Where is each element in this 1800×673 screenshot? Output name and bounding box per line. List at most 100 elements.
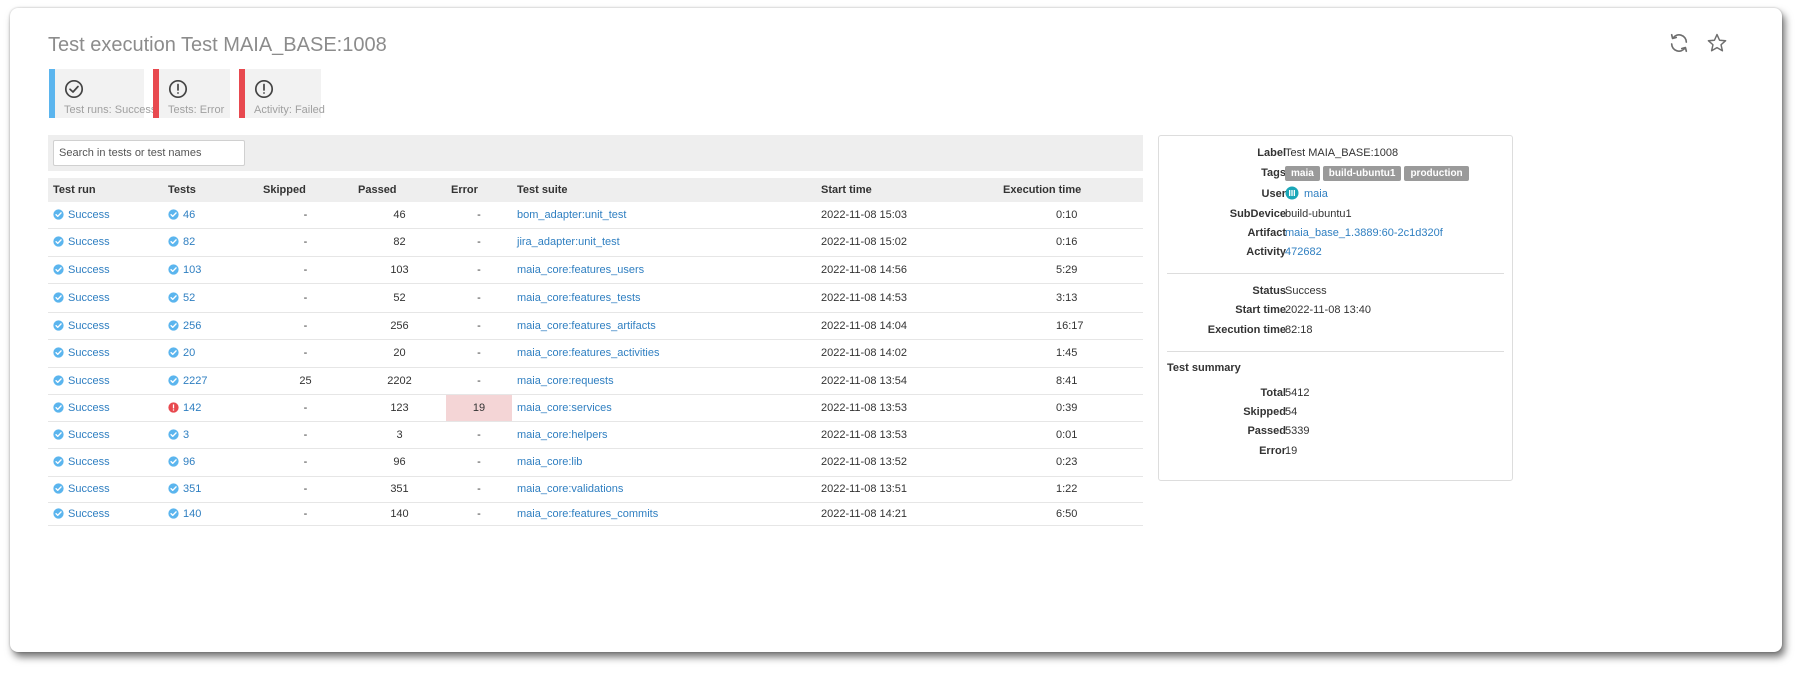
table-row[interactable]: Success 96 - 96 - maia_core:lib 2022-11-08 13:…	[48, 448, 1143, 476]
test-suite-link[interactable]: maia_core:requests	[517, 375, 614, 387]
test-suite-link[interactable]: maia_core:features_activities	[517, 347, 659, 359]
test-suite-cell: maia_core:features_commits	[512, 502, 816, 525]
tests-cell: 82	[163, 228, 258, 256]
status-card-tests[interactable]: Tests: Error	[153, 69, 230, 118]
test-run-link[interactable]: Success	[68, 375, 110, 387]
table-row[interactable]: Success 142 - 123 19 maia_core:services 2022-1…	[48, 394, 1143, 421]
test-run-link[interactable]: Success	[68, 236, 110, 248]
column-header[interactable]: Error	[446, 178, 512, 202]
skipped-cell: -	[303, 291, 308, 304]
info-value: 5339	[1285, 425, 1310, 437]
skipped-cell: -	[303, 319, 308, 332]
test-run-link[interactable]: Success	[68, 320, 110, 332]
check-circle-icon	[168, 291, 179, 303]
test-run-link[interactable]: Success	[68, 402, 110, 414]
activity-link[interactable]: 472682	[1285, 246, 1322, 258]
test-run-link[interactable]: Success	[68, 209, 110, 221]
column-header[interactable]: Test suite	[512, 178, 816, 202]
error-cell: -	[477, 374, 481, 387]
test-run-cell: Success	[48, 502, 163, 525]
status-card-test-runs[interactable]: Test runs: Success	[49, 69, 156, 118]
test-run-cell: Success	[48, 367, 163, 394]
execution-time-cell: 0:01	[1056, 428, 1078, 441]
tests-link[interactable]: 140	[183, 508, 201, 520]
error-cell: -	[477, 483, 481, 495]
table-row[interactable]: Success 2227 25 2202 - maia_core:requests 2022…	[48, 367, 1143, 394]
tests-link[interactable]: 96	[183, 456, 195, 468]
table-header-row: Test run Tests Skipped Passed Error Test…	[48, 178, 1143, 202]
test-suite-link[interactable]: maia_core:services	[517, 402, 612, 414]
test-run-link[interactable]: Success	[68, 456, 110, 468]
column-header[interactable]: Passed	[353, 178, 446, 202]
user-link[interactable]: maia	[1304, 188, 1328, 200]
search-input[interactable]	[53, 140, 245, 166]
test-run-cell: Success	[48, 228, 163, 256]
check-circle-icon	[168, 263, 179, 275]
test-suite-cell: maia_core:lib	[512, 448, 816, 476]
column-header[interactable]: Execution time	[998, 178, 1143, 202]
test-suite-link[interactable]: bom_adapter:unit_test	[517, 209, 626, 221]
test-run-link[interactable]: Success	[68, 508, 110, 520]
test-run-link[interactable]: Success	[68, 483, 110, 495]
test-suite-link[interactable]: maia_core:features_artifacts	[517, 320, 656, 332]
status-card-activity[interactable]: Activity: Failed	[239, 69, 325, 118]
table-row[interactable]: Success 140 - 140 - maia_core:features_commit…	[48, 502, 1143, 525]
tests-link[interactable]: 103	[183, 264, 201, 276]
table-row[interactable]: Success 103 - 103 - maia_core:features_users 2…	[48, 256, 1143, 283]
tests-cell: 96	[163, 448, 258, 476]
passed-cell: 123	[390, 401, 409, 414]
info-key: Skipped	[1243, 406, 1286, 418]
tests-link[interactable]: 351	[183, 483, 201, 495]
test-suite-link[interactable]: jira_adapter:unit_test	[517, 236, 620, 248]
tag[interactable]: maia	[1285, 166, 1320, 181]
table-row[interactable]: Success 20 - 20 - maia_core:features_activiti…	[48, 339, 1143, 367]
column-header[interactable]: Tests	[163, 178, 258, 202]
test-run-link[interactable]: Success	[68, 347, 110, 359]
test-run-link[interactable]: Success	[68, 264, 110, 276]
column-header[interactable]: Test run	[48, 178, 163, 202]
table-row[interactable]: Success 3 - 3 - maia_core:helpers 2022-11-08 1…	[48, 421, 1143, 448]
tests-link[interactable]: 256	[183, 320, 201, 332]
tag[interactable]: production	[1404, 166, 1469, 181]
test-suite-link[interactable]: maia_core:helpers	[517, 429, 608, 441]
tests-link[interactable]: 52	[183, 292, 195, 304]
info-key: SubDevice	[1229, 208, 1286, 220]
test-run-cell: Success	[48, 202, 163, 228]
tests-link[interactable]: 20	[183, 347, 195, 359]
test-suite-link[interactable]: maia_core:validations	[517, 483, 623, 495]
start-time-cell: 2022-11-08 15:03	[821, 208, 908, 221]
skipped-cell: -	[303, 428, 308, 441]
tests-link[interactable]: 46	[183, 209, 195, 221]
star-icon[interactable]	[1706, 32, 1728, 54]
tests-link[interactable]: 3	[183, 429, 189, 441]
table-row[interactable]: Success 351 - 351 - maia_core:validations 2022…	[48, 476, 1143, 502]
test-suite-link[interactable]: maia_core:features_users	[517, 264, 644, 276]
info-key: Activity	[1246, 246, 1286, 258]
test-suite-cell: maia_core:features_artifacts	[512, 312, 816, 339]
refresh-icon[interactable]	[1668, 32, 1690, 54]
column-header[interactable]: Skipped	[258, 178, 353, 202]
table-row[interactable]: Success 256 - 256 - maia_core:features_artifa…	[48, 312, 1143, 339]
column-header[interactable]: Start time	[816, 178, 998, 202]
top-actions	[1668, 32, 1728, 54]
start-time-cell: 2022-11-08 13:52	[821, 456, 908, 468]
tests-link[interactable]: 82	[183, 236, 195, 248]
test-run-link[interactable]: Success	[68, 429, 110, 441]
test-run-link[interactable]: Success	[68, 292, 110, 304]
table-row[interactable]: Success 46 - 46 - bom_adapter:unit_test 2022-1…	[48, 202, 1143, 228]
test-suite-cell: maia_core:validations	[512, 476, 816, 502]
execution-info-panel: Label Test MAIA_BASE:1008 Tags maia build…	[1158, 135, 1513, 481]
test-suite-link[interactable]: maia_core:lib	[517, 456, 582, 468]
test-runs-table: Test run Tests Skipped Passed Error Test…	[48, 178, 1143, 526]
tests-link[interactable]: 2227	[183, 375, 207, 387]
tests-link[interactable]: 142	[183, 402, 201, 414]
artifact-link[interactable]: maia_base_1.3889:60-2c1d320f	[1285, 227, 1443, 239]
table-row[interactable]: Success 82 - 82 - jira_adapter:unit_test 2022-…	[48, 228, 1143, 256]
test-run-cell: Success	[48, 312, 163, 339]
test-suite-link[interactable]: maia_core:features_commits	[517, 508, 658, 520]
info-key: Execution time	[1207, 324, 1286, 336]
tests-cell: 103	[163, 256, 258, 283]
test-suite-link[interactable]: maia_core:features_tests	[517, 292, 641, 304]
table-row[interactable]: Success 52 - 52 - maia_core:features_tests 202…	[48, 283, 1143, 312]
tag[interactable]: build-ubuntu1	[1322, 166, 1402, 181]
